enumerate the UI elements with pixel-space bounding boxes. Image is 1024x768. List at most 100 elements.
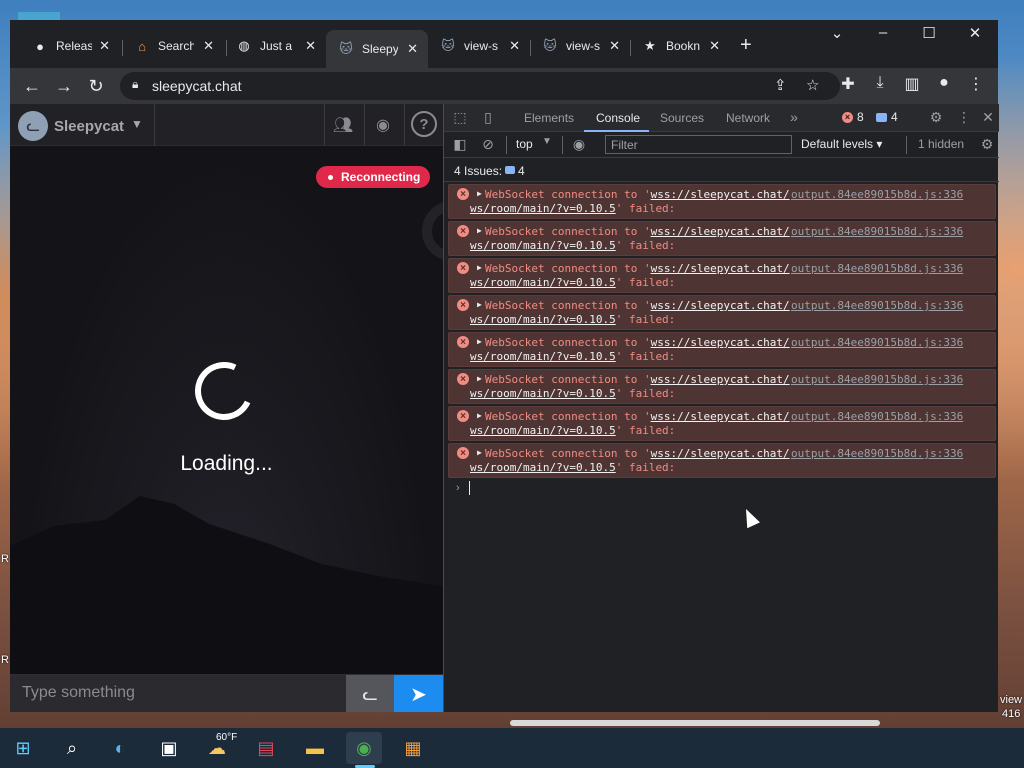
tab-releases[interactable]: ● Releas ✕: [20, 32, 120, 60]
app-icon[interactable]: ▦: [395, 732, 431, 764]
clear-console-icon[interactable]: ⊘: [478, 136, 498, 153]
close-icon[interactable]: ✕: [509, 38, 520, 54]
profile-icon[interactable]: ●: [932, 74, 956, 92]
reload-button[interactable]: ↻: [84, 74, 108, 98]
close-window-button[interactable]: ✕: [952, 24, 998, 42]
cat-emote-button[interactable]: ᓚ: [346, 675, 394, 712]
file-explorer-icon[interactable]: ▬: [297, 732, 333, 764]
close-icon[interactable]: ✕: [203, 38, 214, 54]
back-button[interactable]: ←: [20, 74, 44, 98]
tab-search-chevron-icon[interactable]: ⌄: [814, 24, 860, 42]
message-source-link[interactable]: output.84ee89015b8d.js:336: [791, 262, 963, 275]
issue-count-badge[interactable]: 4: [876, 110, 898, 124]
close-icon[interactable]: ✕: [305, 38, 316, 54]
edge-pre-icon[interactable]: ◐: [102, 732, 138, 764]
help-icon[interactable]: ?: [411, 111, 437, 137]
bookmark-star-icon[interactable]: ☆: [806, 76, 819, 94]
chrome-icon[interactable]: ◉: [346, 732, 382, 764]
message-url[interactable]: wss://sleepycat.chat/: [651, 410, 790, 423]
close-icon[interactable]: ✕: [709, 38, 720, 54]
tab-search[interactable]: ⌂ Search ✕: [122, 32, 224, 60]
share-icon[interactable]: ⇪: [774, 76, 787, 94]
kebab-menu-icon[interactable]: ⋮: [954, 109, 974, 126]
message-source-link[interactable]: output.84ee89015b8d.js:336: [791, 299, 963, 312]
message-source-link[interactable]: output.84ee89015b8d.js:336: [791, 373, 963, 386]
message-url-path[interactable]: ws/room/main/?v=0.10.5: [470, 387, 616, 400]
message-url-path[interactable]: ws/room/main/?v=0.10.5: [470, 313, 616, 326]
console-input-caret[interactable]: [469, 481, 470, 495]
message-url-path[interactable]: ws/room/main/?v=0.10.5: [470, 276, 616, 289]
error-count-badge[interactable]: × 8: [842, 110, 864, 124]
message-url[interactable]: wss://sleepycat.chat/: [651, 188, 790, 201]
message-url[interactable]: wss://sleepycat.chat/: [651, 262, 790, 275]
expand-triangle-icon[interactable]: ▶: [477, 189, 482, 198]
console-settings-gear-icon[interactable]: ⚙: [977, 136, 997, 153]
expand-triangle-icon[interactable]: ▶: [477, 226, 482, 235]
caret-down-icon[interactable]: ▼: [542, 136, 552, 147]
console-error-message[interactable]: × ▶ WebSocket connection to 'wss://sleepyc…: [448, 369, 996, 404]
message-url-path[interactable]: ws/room/main/?v=0.10.5: [470, 239, 616, 252]
console-error-message[interactable]: × ▶ WebSocket connection to 'wss://sleepyc…: [448, 221, 996, 256]
device-toggle-icon[interactable]: ▯: [478, 109, 498, 126]
tab-network[interactable]: Network: [726, 111, 770, 125]
tab-view-source-1[interactable]: 🐱︎ view-s ✕: [428, 32, 530, 60]
message-url-path[interactable]: ws/room/main/?v=0.10.5: [470, 424, 616, 437]
tab-just-a[interactable]: ◍ Just a ✕: [224, 32, 326, 60]
tab-sleepycat[interactable]: 🐱︎ Sleepy ✕: [326, 30, 428, 68]
message-url[interactable]: wss://sleepycat.chat/: [651, 225, 790, 238]
side-panel-icon[interactable]: ▥: [900, 74, 924, 94]
caret-down-icon[interactable]: ▼: [131, 117, 143, 131]
console-error-message[interactable]: × ▶ WebSocket connection to 'wss://sleepyc…: [448, 295, 996, 330]
message-source-link[interactable]: output.84ee89015b8d.js:336: [791, 410, 963, 423]
profile-icon[interactable]: ◉: [371, 115, 395, 135]
expand-triangle-icon[interactable]: ▶: [477, 263, 482, 272]
send-button[interactable]: ➤: [394, 675, 443, 712]
message-source-link[interactable]: output.84ee89015b8d.js:336: [791, 447, 963, 460]
console-error-message[interactable]: × ▶ WebSocket connection to 'wss://sleepyc…: [448, 258, 996, 293]
close-icon[interactable]: ✕: [609, 38, 620, 54]
expand-triangle-icon[interactable]: ▶: [477, 337, 482, 346]
tab-sources[interactable]: Sources: [660, 111, 704, 125]
task-view-icon[interactable]: ▣: [151, 732, 187, 764]
tab-console[interactable]: Console: [596, 111, 640, 125]
download-icon[interactable]: ⤓: [868, 74, 892, 92]
issues-bar[interactable]: 4 Issues: 4: [444, 158, 999, 182]
settings-gear-icon[interactable]: ⚙: [926, 109, 946, 126]
lock-icon[interactable]: 🔒︎: [132, 77, 138, 92]
expand-triangle-icon[interactable]: ▶: [477, 411, 482, 420]
windows-start-icon[interactable]: ⊞: [5, 732, 41, 764]
message-source-link[interactable]: output.84ee89015b8d.js:336: [791, 188, 963, 201]
live-expression-eye-icon[interactable]: ◉: [569, 136, 589, 153]
forward-button[interactable]: →: [52, 74, 76, 98]
app-name[interactable]: Sleepycat: [54, 118, 124, 135]
users-icon[interactable]: 👥︎: [331, 115, 355, 135]
maximize-button[interactable]: ☐: [906, 24, 952, 42]
message-url-path[interactable]: ws/room/main/?v=0.10.5: [470, 461, 616, 474]
console-error-message[interactable]: × ▶ WebSocket connection to 'wss://sleepyc…: [448, 443, 996, 478]
sidebar-toggle-icon[interactable]: ◧: [450, 136, 470, 153]
close-devtools-icon[interactable]: ✕: [978, 109, 998, 126]
minimize-button[interactable]: –: [860, 24, 906, 41]
log-levels-dropdown[interactable]: Default levels ▾: [801, 137, 882, 151]
close-icon[interactable]: ✕: [407, 41, 418, 57]
tab-elements[interactable]: Elements: [524, 111, 574, 125]
message-url-path[interactable]: ws/room/main/?v=0.10.5: [470, 202, 616, 215]
close-icon[interactable]: ✕: [99, 38, 110, 54]
message-source-link[interactable]: output.84ee89015b8d.js:336: [791, 225, 963, 238]
console-error-message[interactable]: × ▶ WebSocket connection to 'wss://sleepyc…: [448, 184, 996, 219]
console-error-message[interactable]: × ▶ WebSocket connection to 'wss://sleepyc…: [448, 332, 996, 367]
more-tabs-chevron-icon[interactable]: »: [784, 109, 804, 125]
expand-triangle-icon[interactable]: ▶: [477, 300, 482, 309]
message-url-path[interactable]: ws/room/main/?v=0.10.5: [470, 350, 616, 363]
message-url[interactable]: wss://sleepycat.chat/: [651, 336, 790, 349]
message-source-link[interactable]: output.84ee89015b8d.js:336: [791, 336, 963, 349]
tab-view-source-2[interactable]: 🐱︎ view-s ✕: [530, 32, 630, 60]
message-url[interactable]: wss://sleepycat.chat/: [651, 299, 790, 312]
console-error-message[interactable]: × ▶ WebSocket connection to 'wss://sleepyc…: [448, 406, 996, 441]
menu-icon[interactable]: ⋮: [964, 74, 988, 94]
expand-triangle-icon[interactable]: ▶: [477, 374, 482, 383]
new-tab-button[interactable]: +: [740, 34, 752, 57]
search-icon[interactable]: ⌕: [54, 732, 90, 764]
context-selector[interactable]: top: [516, 137, 533, 151]
expand-triangle-icon[interactable]: ▶: [477, 448, 482, 457]
